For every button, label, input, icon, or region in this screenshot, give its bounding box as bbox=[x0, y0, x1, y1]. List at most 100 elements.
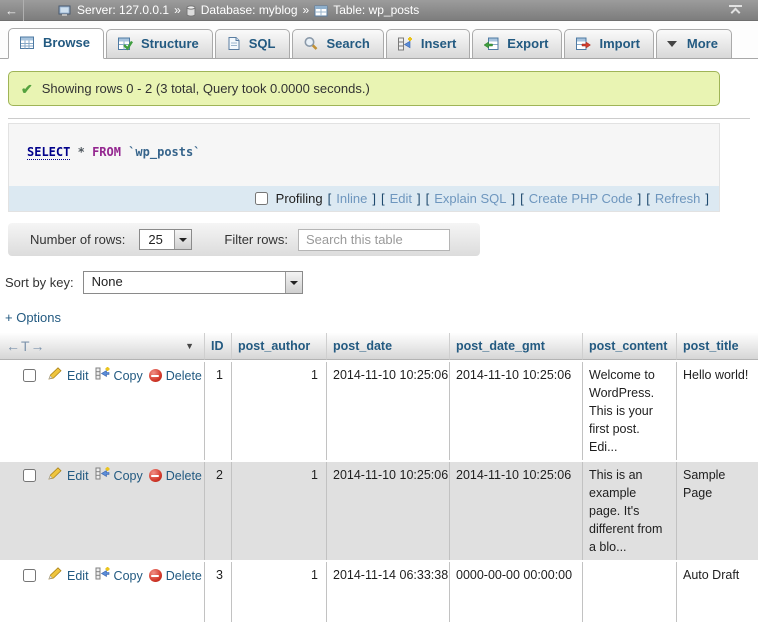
breadcrumb: Server: 127.0.0.1 » Database: myblog » T… bbox=[58, 3, 729, 17]
column-header-post-date[interactable]: post_date bbox=[327, 333, 450, 360]
cell-id: 2 bbox=[205, 462, 232, 560]
breadcrumb-server[interactable]: Server: 127.0.0.1 bbox=[77, 3, 169, 17]
cell-post-date: 2014-11-10 10:25:06 bbox=[327, 362, 450, 460]
number-of-rows-label: Number of rows: bbox=[30, 232, 125, 247]
cell-post-date: 2014-11-10 10:25:06 bbox=[327, 462, 450, 560]
cell-post-author: 1 bbox=[232, 362, 327, 460]
sql-keyword-from: FROM bbox=[92, 145, 121, 159]
profiling-label: Profiling bbox=[276, 191, 323, 206]
export-icon bbox=[483, 36, 499, 51]
create-php-code-link[interactable]: Create PHP Code bbox=[529, 191, 633, 206]
explain-sql-link[interactable]: Explain SQL bbox=[434, 191, 506, 206]
tab-more-label: More bbox=[687, 36, 718, 51]
insert-icon bbox=[397, 36, 413, 51]
select-arrow-icon bbox=[174, 230, 191, 249]
back-arrow-icon: ← bbox=[5, 3, 18, 18]
sort-controls: Sort by key: None bbox=[5, 271, 758, 294]
breadcrumb-separator: » bbox=[174, 3, 181, 17]
copy-row-link[interactable]: Copy bbox=[95, 566, 143, 585]
tab-export-label: Export bbox=[507, 36, 548, 51]
column-actions-header: ←T→ ▼ bbox=[0, 333, 205, 360]
pencil-icon bbox=[48, 567, 63, 585]
tab-search[interactable]: Search bbox=[292, 29, 384, 58]
collapse-toolbar-button[interactable] bbox=[729, 5, 742, 16]
column-header-id[interactable]: ID bbox=[205, 333, 232, 360]
delete-row-link[interactable]: Delete bbox=[149, 367, 202, 385]
table-header-row: ←T→ ▼ ID post_author post_date post_date… bbox=[0, 333, 758, 360]
column-header-post-author[interactable]: post_author bbox=[232, 333, 327, 360]
cell-id: 3 bbox=[205, 562, 232, 622]
tab-sql-label: SQL bbox=[249, 36, 276, 51]
column-header-post-content[interactable]: post_content bbox=[583, 333, 677, 360]
cell-post-author: 1 bbox=[232, 462, 327, 560]
sort-by-key-label: Sort by key: bbox=[5, 275, 74, 290]
sql-query-box: SELECT * FROM `wp_posts` Profiling [ Inl… bbox=[8, 123, 720, 212]
table-icon bbox=[314, 5, 328, 17]
cell-post-title: Sample Page bbox=[677, 462, 758, 560]
cell-post-date: 2014-11-14 06:33:38 bbox=[327, 562, 450, 622]
sort-dropdown-icon[interactable]: ▼ bbox=[185, 341, 198, 351]
breadcrumb-separator: » bbox=[303, 3, 310, 17]
collapse-icon bbox=[729, 5, 742, 16]
table-row: Edit Copy Delete 2 1 2014-11-10 10:25:06… bbox=[0, 462, 758, 560]
breadcrumb-database[interactable]: Database: myblog bbox=[201, 3, 298, 17]
tab-sql[interactable]: SQL bbox=[215, 29, 290, 58]
breadcrumb-table[interactable]: Table: wp_posts bbox=[333, 3, 419, 17]
profiling-checkbox[interactable] bbox=[255, 192, 268, 205]
pencil-icon bbox=[48, 367, 63, 385]
server-icon bbox=[58, 5, 72, 17]
column-visibility-icon[interactable]: ←T→ bbox=[6, 338, 46, 354]
inline-link[interactable]: Inline bbox=[336, 191, 367, 206]
edit-row-link[interactable]: Edit bbox=[48, 367, 89, 385]
column-header-post-title[interactable]: post_title bbox=[677, 333, 758, 360]
cell-post-content: This is an example page. It's different … bbox=[583, 462, 677, 560]
status-message-text: Showing rows 0 - 2 (3 total, Query took … bbox=[42, 81, 370, 96]
delete-icon bbox=[149, 569, 162, 582]
row-checkbox[interactable] bbox=[23, 469, 36, 482]
edit-row-link[interactable]: Edit bbox=[48, 567, 89, 585]
cell-id: 1 bbox=[205, 362, 232, 460]
tab-insert[interactable]: Insert bbox=[386, 29, 470, 58]
chevron-down-icon bbox=[667, 41, 677, 47]
results-controls-bar: Number of rows: 25 Filter rows: bbox=[8, 223, 480, 256]
copy-row-icon bbox=[95, 366, 110, 385]
status-message: ✔ Showing rows 0 - 2 (3 total, Query too… bbox=[8, 71, 720, 106]
sql-table-name: `wp_posts` bbox=[128, 145, 200, 159]
column-header-post-date-gmt[interactable]: post_date_gmt bbox=[450, 333, 583, 360]
results-table: ←T→ ▼ ID post_author post_date post_date… bbox=[0, 331, 758, 624]
import-icon bbox=[575, 36, 591, 51]
tab-structure-label: Structure bbox=[141, 36, 199, 51]
rows-per-page-select[interactable]: 25 bbox=[139, 229, 192, 250]
edit-query-link[interactable]: Edit bbox=[390, 191, 412, 206]
search-icon bbox=[303, 36, 319, 51]
tab-structure[interactable]: Structure bbox=[106, 29, 213, 58]
refresh-link[interactable]: Refresh bbox=[655, 191, 701, 206]
copy-row-link[interactable]: Copy bbox=[95, 466, 143, 485]
filter-rows-input[interactable] bbox=[298, 229, 450, 251]
options-toggle-link[interactable]: + Options bbox=[5, 310, 61, 325]
success-check-icon: ✔ bbox=[21, 82, 33, 96]
copy-row-icon bbox=[95, 466, 110, 485]
row-checkbox[interactable] bbox=[23, 569, 36, 582]
delete-row-link[interactable]: Delete bbox=[149, 467, 202, 485]
delete-row-link[interactable]: Delete bbox=[149, 567, 202, 585]
sql-actions-bar: Profiling [ Inline ] [ Edit ] [ Explain … bbox=[9, 186, 719, 211]
database-icon bbox=[186, 5, 196, 17]
row-checkbox[interactable] bbox=[23, 369, 36, 382]
cell-post-date-gmt: 0000-00-00 00:00:00 bbox=[450, 562, 583, 622]
back-button[interactable]: ← bbox=[0, 0, 24, 21]
sort-by-key-select[interactable]: None bbox=[83, 271, 303, 294]
row-actions-cell: Edit Copy Delete bbox=[0, 362, 205, 460]
copy-row-link[interactable]: Copy bbox=[95, 366, 143, 385]
sql-keyword-select[interactable]: SELECT bbox=[27, 145, 70, 160]
tab-export[interactable]: Export bbox=[472, 29, 562, 58]
tab-browse[interactable]: Browse bbox=[8, 28, 104, 59]
cell-post-date-gmt: 2014-11-10 10:25:06 bbox=[450, 462, 583, 560]
cell-post-content bbox=[583, 562, 677, 622]
tab-more[interactable]: More bbox=[656, 29, 732, 58]
cell-post-content: Welcome to WordPress. This is your first… bbox=[583, 362, 677, 460]
filter-rows-label: Filter rows: bbox=[224, 232, 288, 247]
edit-row-link[interactable]: Edit bbox=[48, 467, 89, 485]
sql-query-text: SELECT * FROM `wp_posts` bbox=[9, 124, 719, 186]
tab-import[interactable]: Import bbox=[564, 29, 653, 58]
